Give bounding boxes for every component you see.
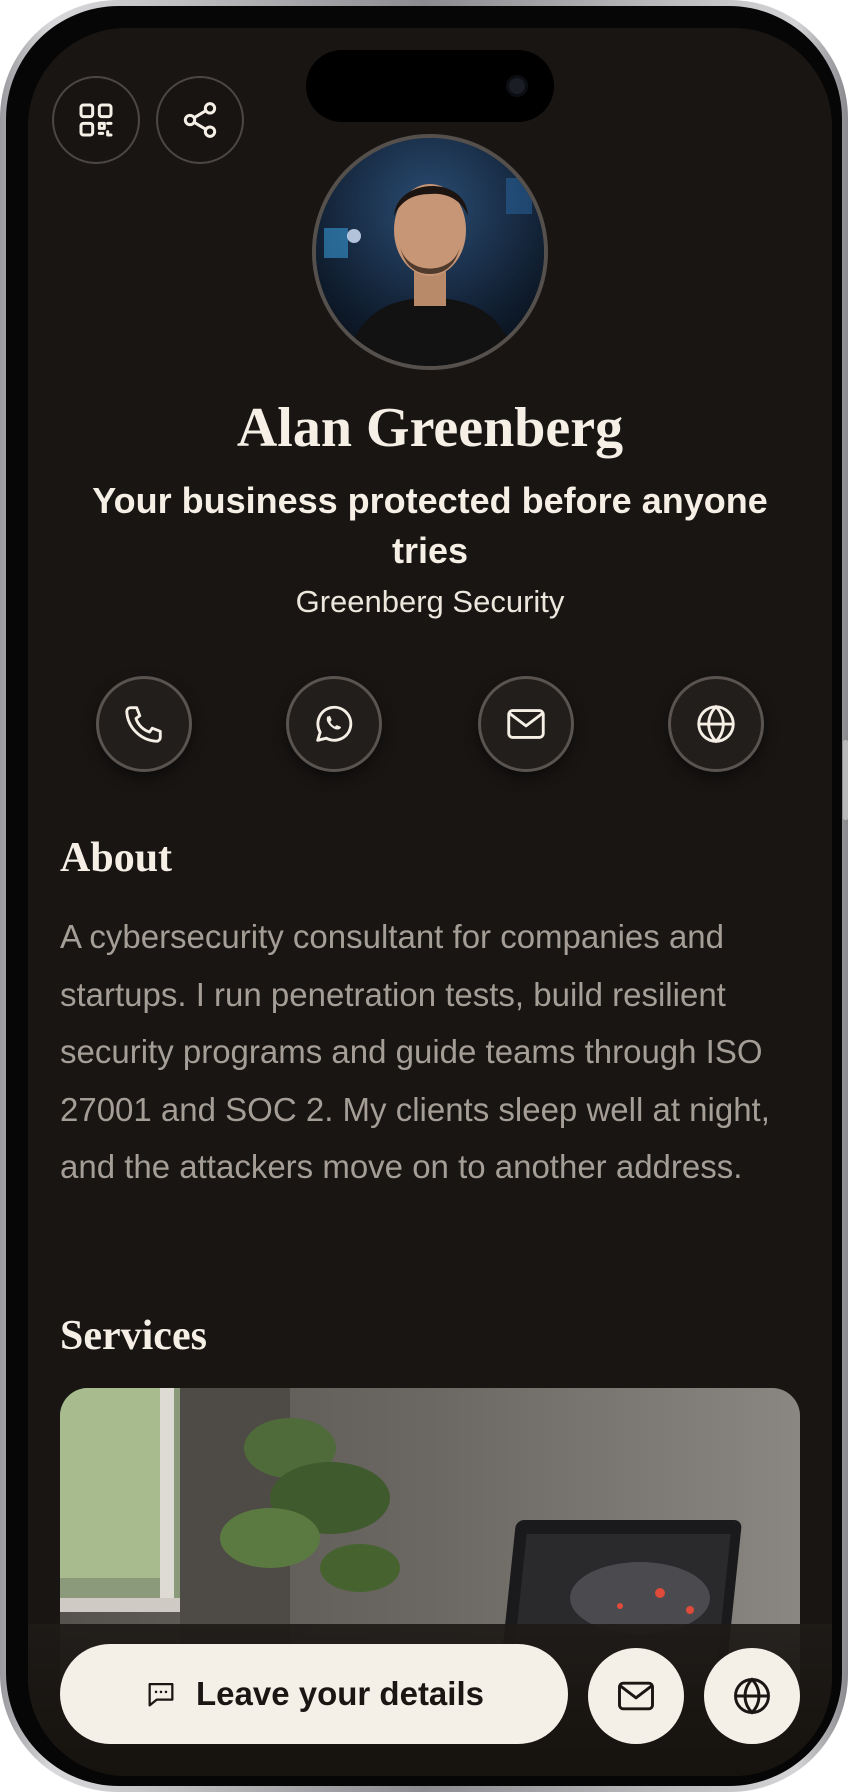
about-text: A cybersecurity consultant for companies… — [60, 918, 770, 1185]
screen: Alan Greenberg Your business protected b… — [28, 28, 832, 1776]
bottom-globe-button[interactable] — [704, 1648, 800, 1744]
globe-icon — [697, 704, 735, 744]
share-button[interactable] — [156, 76, 244, 164]
phone-icon — [125, 706, 162, 743]
services-title: Services — [60, 1313, 207, 1359]
leave-details-button[interactable]: Leave your details — [60, 1644, 568, 1744]
camera-icon — [506, 75, 528, 97]
mail-button[interactable] — [478, 676, 574, 772]
qr-code-button[interactable] — [52, 76, 140, 164]
profile-tagline: Your business protected before anyone tr… — [92, 480, 768, 571]
profile-company: Greenberg Security — [295, 584, 565, 619]
leave-details-label: Leave your details — [196, 1675, 484, 1712]
qr-code-icon — [79, 103, 113, 137]
dynamic-island — [306, 50, 554, 122]
phone-bezel: Alan Greenberg Your business protected b… — [6, 6, 842, 1786]
side-button — [843, 740, 848, 820]
phone-button[interactable] — [96, 676, 192, 772]
avatar — [312, 134, 548, 370]
message-icon — [148, 1682, 174, 1707]
globe-icon — [734, 1677, 770, 1715]
phone-frame: Alan Greenberg Your business protected b… — [0, 0, 848, 1792]
whatsapp-button[interactable] — [286, 676, 382, 772]
share-icon — [183, 102, 217, 138]
bottom-mail-button[interactable] — [588, 1648, 684, 1744]
mail-icon — [507, 709, 545, 739]
about-title: About — [60, 835, 173, 881]
profile-name: Alan Greenberg — [236, 397, 624, 459]
whatsapp-icon — [316, 705, 353, 742]
mail-icon — [618, 1681, 654, 1711]
website-button[interactable] — [668, 676, 764, 772]
